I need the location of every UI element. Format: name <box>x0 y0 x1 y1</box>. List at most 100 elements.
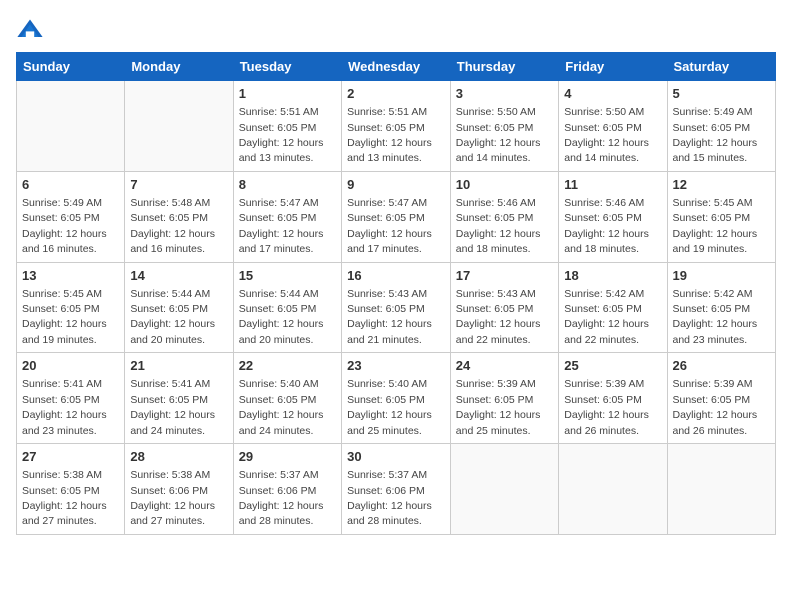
day-info: Sunrise: 5:49 AMSunset: 6:05 PMDaylight:… <box>673 106 758 164</box>
day-info: Sunrise: 5:49 AMSunset: 6:05 PMDaylight:… <box>22 197 107 255</box>
day-number: 22 <box>239 357 336 375</box>
day-info: Sunrise: 5:37 AMSunset: 6:06 PMDaylight:… <box>347 469 432 527</box>
calendar-cell: 16 Sunrise: 5:43 AMSunset: 6:05 PMDaylig… <box>342 262 451 353</box>
calendar-cell: 18 Sunrise: 5:42 AMSunset: 6:05 PMDaylig… <box>559 262 667 353</box>
day-info: Sunrise: 5:41 AMSunset: 6:05 PMDaylight:… <box>22 378 107 436</box>
calendar-cell <box>125 81 233 172</box>
week-row-5: 27 Sunrise: 5:38 AMSunset: 6:05 PMDaylig… <box>17 444 776 535</box>
day-info: Sunrise: 5:44 AMSunset: 6:05 PMDaylight:… <box>130 288 215 346</box>
calendar-cell: 29 Sunrise: 5:37 AMSunset: 6:06 PMDaylig… <box>233 444 341 535</box>
day-info: Sunrise: 5:43 AMSunset: 6:05 PMDaylight:… <box>347 288 432 346</box>
day-header-wednesday: Wednesday <box>342 53 451 81</box>
calendar-cell: 27 Sunrise: 5:38 AMSunset: 6:05 PMDaylig… <box>17 444 125 535</box>
day-info: Sunrise: 5:38 AMSunset: 6:06 PMDaylight:… <box>130 469 215 527</box>
logo-icon <box>16 16 44 44</box>
day-number: 2 <box>347 85 445 103</box>
calendar-cell: 11 Sunrise: 5:46 AMSunset: 6:05 PMDaylig… <box>559 171 667 262</box>
day-info: Sunrise: 5:48 AMSunset: 6:05 PMDaylight:… <box>130 197 215 255</box>
calendar-cell: 26 Sunrise: 5:39 AMSunset: 6:05 PMDaylig… <box>667 353 776 444</box>
calendar-cell: 1 Sunrise: 5:51 AMSunset: 6:05 PMDayligh… <box>233 81 341 172</box>
day-number: 19 <box>673 267 771 285</box>
day-info: Sunrise: 5:47 AMSunset: 6:05 PMDaylight:… <box>347 197 432 255</box>
day-number: 7 <box>130 176 227 194</box>
calendar-cell <box>667 444 776 535</box>
day-number: 5 <box>673 85 771 103</box>
day-number: 24 <box>456 357 553 375</box>
day-header-tuesday: Tuesday <box>233 53 341 81</box>
day-info: Sunrise: 5:50 AMSunset: 6:05 PMDaylight:… <box>564 106 649 164</box>
calendar-cell: 17 Sunrise: 5:43 AMSunset: 6:05 PMDaylig… <box>450 262 558 353</box>
day-number: 14 <box>130 267 227 285</box>
day-number: 20 <box>22 357 119 375</box>
day-info: Sunrise: 5:45 AMSunset: 6:05 PMDaylight:… <box>22 288 107 346</box>
calendar-cell: 25 Sunrise: 5:39 AMSunset: 6:05 PMDaylig… <box>559 353 667 444</box>
calendar-cell: 24 Sunrise: 5:39 AMSunset: 6:05 PMDaylig… <box>450 353 558 444</box>
day-number: 23 <box>347 357 445 375</box>
day-number: 3 <box>456 85 553 103</box>
day-info: Sunrise: 5:39 AMSunset: 6:05 PMDaylight:… <box>564 378 649 436</box>
day-header-friday: Friday <box>559 53 667 81</box>
calendar-cell: 8 Sunrise: 5:47 AMSunset: 6:05 PMDayligh… <box>233 171 341 262</box>
day-number: 27 <box>22 448 119 466</box>
calendar-cell: 10 Sunrise: 5:46 AMSunset: 6:05 PMDaylig… <box>450 171 558 262</box>
day-info: Sunrise: 5:42 AMSunset: 6:05 PMDaylight:… <box>673 288 758 346</box>
day-info: Sunrise: 5:41 AMSunset: 6:05 PMDaylight:… <box>130 378 215 436</box>
days-header-row: SundayMondayTuesdayWednesdayThursdayFrid… <box>17 53 776 81</box>
calendar-cell: 7 Sunrise: 5:48 AMSunset: 6:05 PMDayligh… <box>125 171 233 262</box>
day-number: 6 <box>22 176 119 194</box>
day-number: 18 <box>564 267 661 285</box>
day-info: Sunrise: 5:37 AMSunset: 6:06 PMDaylight:… <box>239 469 324 527</box>
calendar-cell <box>17 81 125 172</box>
day-number: 11 <box>564 176 661 194</box>
day-info: Sunrise: 5:44 AMSunset: 6:05 PMDaylight:… <box>239 288 324 346</box>
day-number: 17 <box>456 267 553 285</box>
day-info: Sunrise: 5:39 AMSunset: 6:05 PMDaylight:… <box>673 378 758 436</box>
day-info: Sunrise: 5:42 AMSunset: 6:05 PMDaylight:… <box>564 288 649 346</box>
day-info: Sunrise: 5:38 AMSunset: 6:05 PMDaylight:… <box>22 469 107 527</box>
day-number: 30 <box>347 448 445 466</box>
day-header-monday: Monday <box>125 53 233 81</box>
day-header-thursday: Thursday <box>450 53 558 81</box>
calendar-table: SundayMondayTuesdayWednesdayThursdayFrid… <box>16 52 776 535</box>
calendar-cell: 28 Sunrise: 5:38 AMSunset: 6:06 PMDaylig… <box>125 444 233 535</box>
calendar-cell: 6 Sunrise: 5:49 AMSunset: 6:05 PMDayligh… <box>17 171 125 262</box>
calendar-cell: 22 Sunrise: 5:40 AMSunset: 6:05 PMDaylig… <box>233 353 341 444</box>
day-info: Sunrise: 5:40 AMSunset: 6:05 PMDaylight:… <box>347 378 432 436</box>
calendar-cell: 5 Sunrise: 5:49 AMSunset: 6:05 PMDayligh… <box>667 81 776 172</box>
day-number: 28 <box>130 448 227 466</box>
day-number: 4 <box>564 85 661 103</box>
calendar-cell: 23 Sunrise: 5:40 AMSunset: 6:05 PMDaylig… <box>342 353 451 444</box>
calendar-cell: 13 Sunrise: 5:45 AMSunset: 6:05 PMDaylig… <box>17 262 125 353</box>
calendar-cell: 21 Sunrise: 5:41 AMSunset: 6:05 PMDaylig… <box>125 353 233 444</box>
day-number: 21 <box>130 357 227 375</box>
day-info: Sunrise: 5:45 AMSunset: 6:05 PMDaylight:… <box>673 197 758 255</box>
calendar-cell: 12 Sunrise: 5:45 AMSunset: 6:05 PMDaylig… <box>667 171 776 262</box>
calendar-cell: 9 Sunrise: 5:47 AMSunset: 6:05 PMDayligh… <box>342 171 451 262</box>
logo <box>16 16 48 44</box>
week-row-3: 13 Sunrise: 5:45 AMSunset: 6:05 PMDaylig… <box>17 262 776 353</box>
day-number: 10 <box>456 176 553 194</box>
week-row-2: 6 Sunrise: 5:49 AMSunset: 6:05 PMDayligh… <box>17 171 776 262</box>
calendar-cell: 4 Sunrise: 5:50 AMSunset: 6:05 PMDayligh… <box>559 81 667 172</box>
day-number: 15 <box>239 267 336 285</box>
calendar-cell: 30 Sunrise: 5:37 AMSunset: 6:06 PMDaylig… <box>342 444 451 535</box>
week-row-1: 1 Sunrise: 5:51 AMSunset: 6:05 PMDayligh… <box>17 81 776 172</box>
day-info: Sunrise: 5:47 AMSunset: 6:05 PMDaylight:… <box>239 197 324 255</box>
day-number: 1 <box>239 85 336 103</box>
day-number: 29 <box>239 448 336 466</box>
calendar-cell <box>559 444 667 535</box>
day-number: 16 <box>347 267 445 285</box>
day-info: Sunrise: 5:43 AMSunset: 6:05 PMDaylight:… <box>456 288 541 346</box>
calendar-cell: 3 Sunrise: 5:50 AMSunset: 6:05 PMDayligh… <box>450 81 558 172</box>
day-info: Sunrise: 5:51 AMSunset: 6:05 PMDaylight:… <box>239 106 324 164</box>
day-number: 25 <box>564 357 661 375</box>
day-info: Sunrise: 5:46 AMSunset: 6:05 PMDaylight:… <box>564 197 649 255</box>
calendar-cell: 14 Sunrise: 5:44 AMSunset: 6:05 PMDaylig… <box>125 262 233 353</box>
day-info: Sunrise: 5:51 AMSunset: 6:05 PMDaylight:… <box>347 106 432 164</box>
day-number: 8 <box>239 176 336 194</box>
calendar-cell: 19 Sunrise: 5:42 AMSunset: 6:05 PMDaylig… <box>667 262 776 353</box>
week-row-4: 20 Sunrise: 5:41 AMSunset: 6:05 PMDaylig… <box>17 353 776 444</box>
day-header-sunday: Sunday <box>17 53 125 81</box>
day-info: Sunrise: 5:39 AMSunset: 6:05 PMDaylight:… <box>456 378 541 436</box>
calendar-cell <box>450 444 558 535</box>
